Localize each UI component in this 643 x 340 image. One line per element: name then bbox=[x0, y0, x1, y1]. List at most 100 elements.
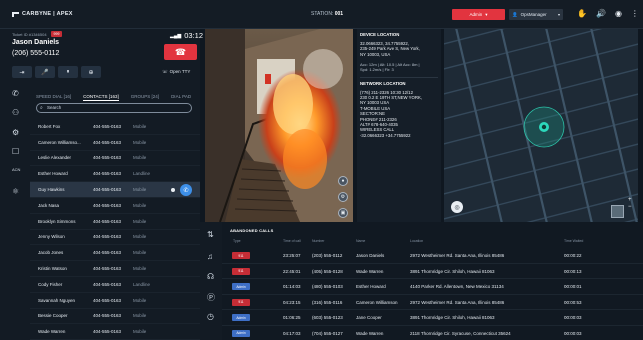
call-name: Jane Cooper bbox=[356, 315, 382, 320]
settings-icon[interactable]: ⚙ bbox=[12, 128, 19, 137]
status-label: Admin bbox=[469, 12, 483, 17]
video-record-button[interactable]: ● bbox=[338, 176, 348, 186]
integration-icon[interactable]: ⚛ bbox=[12, 187, 19, 196]
tab-speed-dial[interactable]: SPEED DIAL [16] bbox=[36, 94, 71, 101]
call-location: 4140 Parker Rd. Allentown, New Mexico 31… bbox=[410, 284, 504, 289]
contact-row[interactable]: Bessie Cooper 404-555-0163 Mobile bbox=[30, 309, 200, 325]
hangup-button[interactable]: ☎ bbox=[164, 44, 197, 60]
call-name: Jason Daniels bbox=[356, 253, 385, 258]
contact-row[interactable]: Leslie Alexander 404-555-0163 Mobile bbox=[30, 151, 200, 167]
video-snapshot-button[interactable]: ▣ bbox=[338, 208, 348, 218]
clock-icon[interactable]: ◷ bbox=[207, 312, 214, 321]
open-tty-label: Open TTY bbox=[169, 69, 191, 74]
open-tty-button[interactable]: ☏ Open TTY bbox=[162, 69, 190, 75]
contact-row[interactable]: Cody Fisher 404-555-0163 Landline bbox=[30, 277, 200, 293]
parking-icon[interactable]: Ⓟ bbox=[207, 292, 215, 303]
contact-row[interactable]: Brooklyn Simmons 404-555-0163 Mobile bbox=[30, 214, 200, 230]
tab-groups[interactable]: GROUPS [24] bbox=[131, 94, 159, 101]
abandoned-call-row[interactable]: Admin 01:14:03 (480) 555-0103 Esther Howard… bbox=[222, 279, 643, 295]
col-location: Location bbox=[410, 239, 424, 243]
call-waited: 00:00:22 bbox=[564, 253, 582, 258]
contact-phone: 404-555-0163 bbox=[93, 202, 122, 208]
abandoned-call-row[interactable]: 911 23:25:07 (203) 555-0112 Jason Daniels 29… bbox=[222, 248, 643, 264]
recenter-map-button[interactable]: ◎ bbox=[451, 201, 463, 213]
tab-dial-pad[interactable]: DIAL PAD bbox=[171, 94, 191, 101]
call-time: 23:25:07 bbox=[283, 253, 301, 258]
volume-icon[interactable]: 🔊 bbox=[596, 8, 606, 20]
contact-row[interactable]: Savannah Nguyen 404-555-0163 Mobile bbox=[30, 293, 200, 309]
abandoned-call-row[interactable]: Admin 01:06:25 (603) 555-0123 Jane Cooper 38… bbox=[222, 310, 643, 326]
contact-row[interactable]: Guy Hawkins 404-555-0163 Mobile ✆ bbox=[30, 182, 200, 198]
contact-row[interactable]: Robert Fox 404-555-0163 Mobile bbox=[30, 119, 200, 135]
zoom-out-icon[interactable]: − bbox=[628, 204, 632, 211]
abandoned-calls-panel: ABANDONED CALLS Type Time of call Number… bbox=[222, 222, 643, 340]
more-options-icon[interactable] bbox=[171, 188, 175, 193]
callback-icon[interactable]: ☊ bbox=[207, 272, 214, 281]
contact-row[interactable]: Esther Howard 404-555-0163 Landline bbox=[30, 166, 200, 183]
contact-row[interactable]: Jenny Wilson 404-555-0163 Mobile bbox=[30, 230, 200, 246]
call-name: Esther Howard bbox=[356, 284, 386, 289]
video-settings-button[interactable]: ⚙ bbox=[338, 192, 348, 202]
search-placeholder: Search bbox=[47, 105, 62, 110]
contact-type: Landline bbox=[133, 281, 151, 287]
chat-icon[interactable]: ☐ bbox=[12, 147, 19, 156]
contact-search-input[interactable]: ⌕ Search bbox=[36, 103, 192, 113]
abandoned-call-row[interactable]: 911 04:23:15 (316) 555-0116 Cameron William… bbox=[222, 295, 643, 310]
tab-contacts[interactable]: CONTACTS [163] bbox=[83, 94, 119, 101]
acn-icon[interactable]: ACN bbox=[12, 167, 20, 172]
contact-name: Wade Warren bbox=[38, 329, 66, 335]
chevron-down-icon: ▾ bbox=[485, 11, 488, 17]
call-waited: 00:00:13 bbox=[564, 268, 582, 274]
call-type-badge: 911 bbox=[232, 252, 250, 259]
pause-icon: ⏸ bbox=[66, 68, 70, 75]
call-location: 2972 Westheimer Rd. Santa Ana, Illinois … bbox=[410, 299, 505, 305]
device-location-title: DEVICE LOCATION bbox=[360, 32, 400, 37]
abandoned-call-row[interactable]: 911 22:45:01 (405) 555-0128 Wade Warren 3891… bbox=[222, 264, 643, 279]
contact-phone: 404-555-0163 bbox=[93, 313, 122, 319]
microphone-icon: 🎤 bbox=[41, 69, 49, 76]
contact-row[interactable]: Wade Warren 404-555-0163 Mobile bbox=[30, 324, 200, 340]
transfer-button[interactable]: ⇥ bbox=[12, 66, 32, 78]
contact-type: Mobile bbox=[133, 139, 147, 145]
user-label: OpsManager bbox=[520, 12, 547, 17]
mute-button[interactable]: 🎤 bbox=[35, 66, 55, 78]
live-video-feed[interactable] bbox=[205, 29, 353, 222]
abandoned-call-row[interactable]: Admin 04:17:03 (704) 555-0127 Wade Warren 21… bbox=[222, 326, 643, 340]
bell-icon[interactable]: ♫ bbox=[207, 252, 213, 261]
call-name: Wade Warren bbox=[356, 330, 384, 336]
hangup-icon: ☎ bbox=[174, 46, 187, 57]
map-canvas bbox=[444, 29, 638, 222]
signal-icon: ▂▄▆ bbox=[170, 32, 182, 39]
contact-row[interactable]: Jacob Jones 404-555-0163 Mobile bbox=[30, 245, 200, 262]
caller-phone: (206) 555-0112 bbox=[12, 50, 60, 57]
more-icon[interactable]: ⋮ bbox=[631, 8, 639, 20]
contact-row[interactable]: Jack Nasa 404-555-0163 Mobile bbox=[30, 198, 200, 214]
contact-phone: 404-555-0163 bbox=[93, 171, 122, 177]
device-info-panel: DEVICE LOCATION 32.0666323, 34.7755922, … bbox=[357, 29, 441, 222]
conference-button[interactable]: ⊕ bbox=[81, 66, 101, 78]
status-dropdown[interactable]: Admin ▾ bbox=[452, 9, 505, 20]
contact-name: Kristin Watson bbox=[38, 266, 67, 272]
person-icon[interactable]: ⚇ bbox=[12, 108, 19, 117]
user-dropdown[interactable]: 👤 OpsManager ▾ bbox=[509, 9, 563, 20]
map-zoom-controls[interactable]: + − bbox=[628, 197, 632, 211]
ticket-id: Ticket ID #1346504 bbox=[12, 31, 47, 37]
contact-name: Robert Fox bbox=[38, 123, 61, 129]
sort-icon[interactable]: ⇅ bbox=[207, 230, 214, 239]
top-icon-group: ✋ 🔊 ◉ ⋮ bbox=[577, 8, 639, 20]
zoom-in-icon[interactable]: + bbox=[628, 197, 632, 204]
contact-name: Jacob Jones bbox=[38, 250, 64, 256]
account-icon[interactable]: ◉ bbox=[615, 8, 622, 20]
contact-row[interactable]: Cameron Williamso... 404-555-0163 Mobile bbox=[30, 135, 200, 151]
location-map[interactable] bbox=[444, 29, 638, 222]
call-type-badge: Admin bbox=[232, 314, 250, 321]
contact-type: Mobile bbox=[133, 297, 147, 303]
phone-icon[interactable]: ✆ bbox=[12, 89, 19, 98]
camera-icon: ▣ bbox=[340, 210, 346, 216]
accuracy-line: Spd: 1.2m/s | Flr: 3 bbox=[360, 67, 394, 73]
hand-icon[interactable]: ✋ bbox=[577, 8, 587, 20]
map-satellite-toggle[interactable] bbox=[611, 205, 624, 218]
hold-button[interactable]: ⏸ bbox=[58, 66, 78, 78]
contact-row[interactable]: Kristin Watson 404-555-0163 Mobile bbox=[30, 261, 200, 277]
call-contact-button[interactable]: ✆ bbox=[180, 184, 192, 197]
